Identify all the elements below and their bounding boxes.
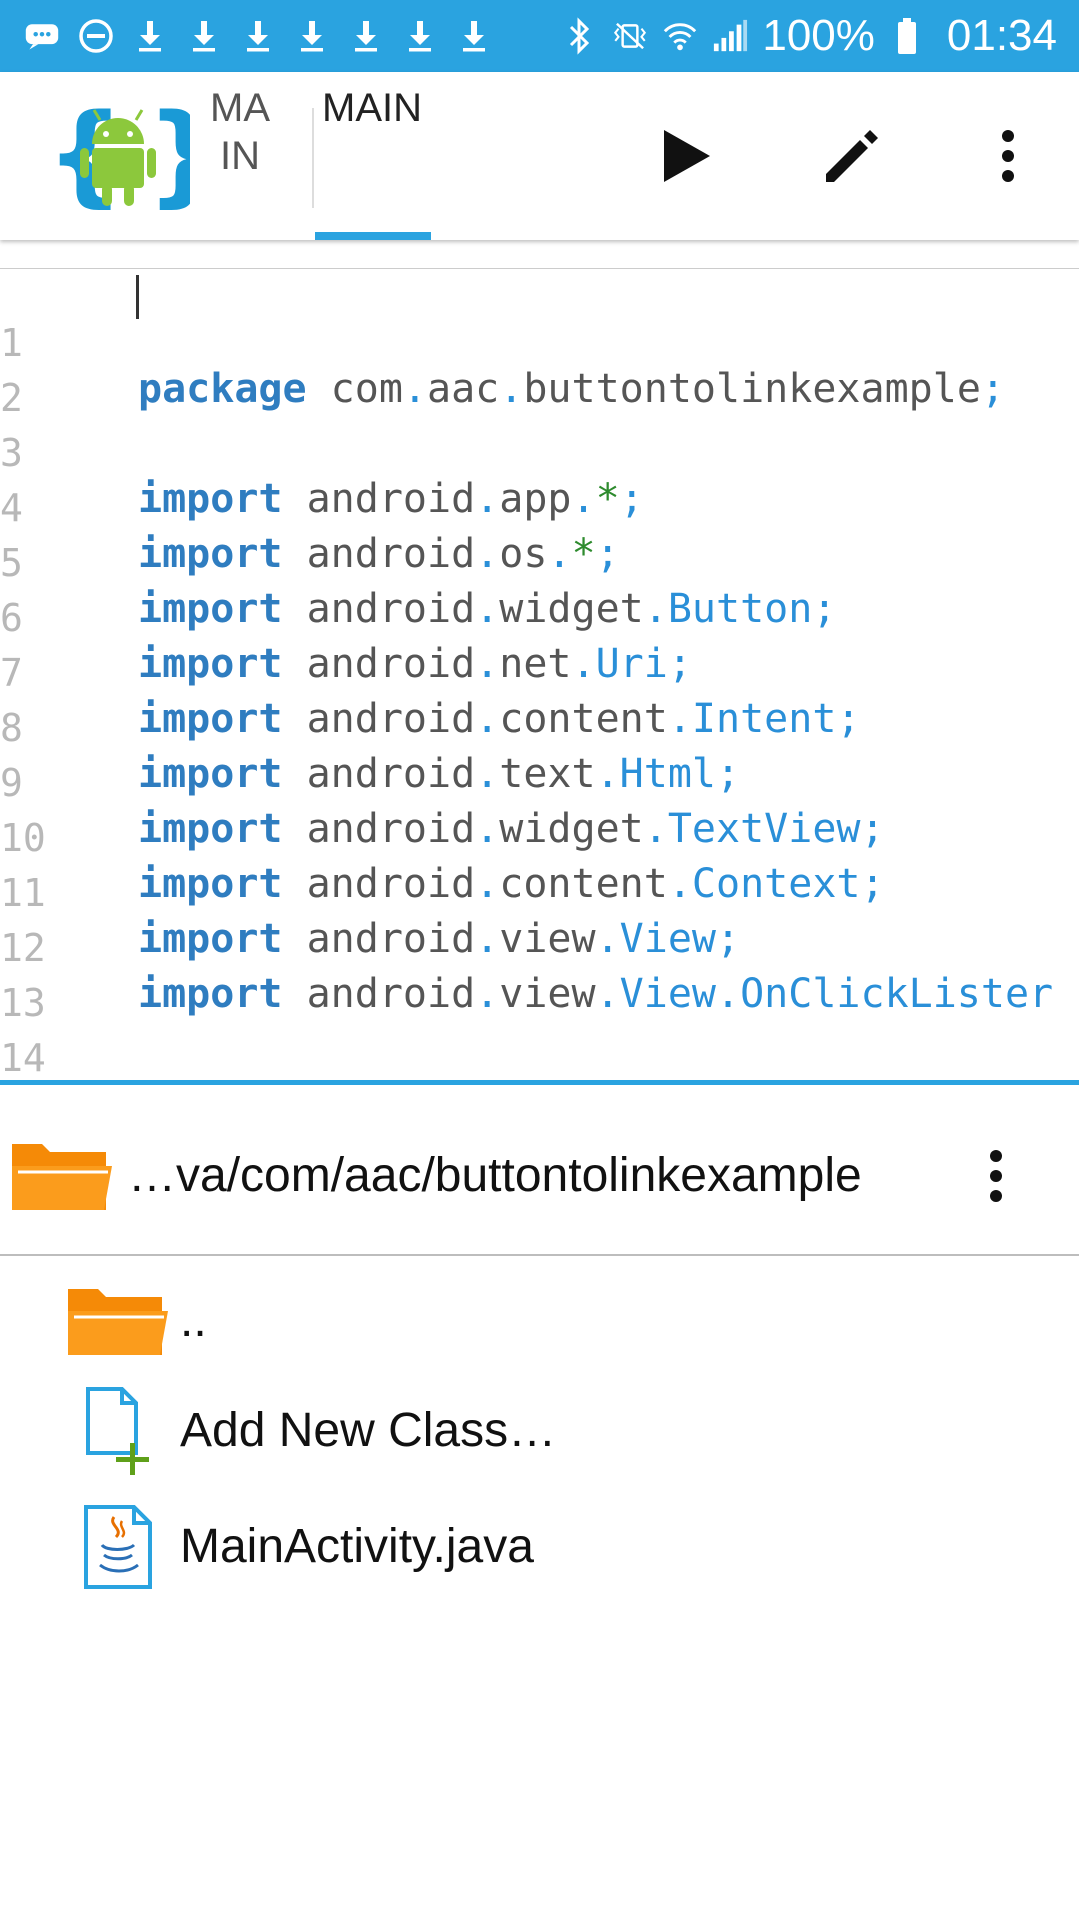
folder-icon <box>10 1136 114 1216</box>
wifi-icon <box>662 18 698 54</box>
code-line[interactable]: 7 import android.content.Intent; <box>0 599 1079 742</box>
code-line[interactable]: 10 import android.content.Context; <box>0 764 1079 907</box>
code-line[interactable]: 12 import android.view.View.OnClickListe… <box>0 874 1079 1017</box>
text-cursor <box>136 275 139 319</box>
overflow-menu-button[interactable] <box>968 116 1048 196</box>
clock: 01:34 <box>946 11 1057 60</box>
java-file-icon <box>66 1492 170 1602</box>
active-tab-indicator <box>315 232 431 240</box>
list-item-main-activity-java[interactable]: MainActivity.java <box>0 1492 1079 1602</box>
do-not-disturb-icon <box>78 18 114 54</box>
code-line[interactable]: 14 <box>0 984 1079 1080</box>
run-button[interactable] <box>646 116 726 196</box>
folder-icon <box>66 1266 170 1376</box>
notification-icons <box>24 0 492 72</box>
code-line[interactable]: 3 import android.app.*; <box>0 379 1079 522</box>
more-vert-icon <box>1002 130 1014 182</box>
code-line[interactable]: 4 import android.os.*; <box>0 434 1079 577</box>
code-line[interactable]: 8 import android.text.Html; <box>0 654 1079 797</box>
code-line[interactable]: 6 import android.net.Uri; <box>0 544 1079 687</box>
code-line[interactable]: 15 <box>0 1039 1079 1081</box>
list-item-parent-folder[interactable]: .. <box>0 1266 1079 1376</box>
add-file-icon <box>66 1376 170 1486</box>
download-icon <box>240 18 276 54</box>
list-item-label: .. <box>180 1294 207 1347</box>
system-icons: 100% 01:34 <box>562 0 1057 72</box>
code-line[interactable]: 2 <box>0 324 1079 420</box>
list-item-label: Add New Class… <box>180 1404 557 1457</box>
code-editor[interactable]: 1 package com.aac.buttontolinkexample; 2… <box>0 268 1079 1081</box>
code-line[interactable]: 11 import android.view.View; <box>0 819 1079 962</box>
current-path: …va/com/aac/buttontolinkexample <box>128 1149 862 1202</box>
edit-button[interactable] <box>812 116 892 196</box>
file-path-bar: …va/com/aac/buttontolinkexample <box>0 1108 1079 1254</box>
list-item-label: MainActivity.java <box>180 1520 534 1573</box>
toolbar: { } MAIN MAIN <box>0 72 1079 240</box>
more-vert-icon <box>990 1150 1002 1202</box>
code-line[interactable]: 5 import android.widget.Button; <box>0 489 1079 632</box>
battery-percent: 100% <box>762 11 875 60</box>
editor-splitter[interactable] <box>0 1080 1079 1085</box>
chat-icon <box>24 18 60 54</box>
signal-icon <box>712 18 748 54</box>
tab-file-2-active[interactable]: MAIN <box>314 84 430 228</box>
status-bar: 100% 01:34 <box>0 0 1079 72</box>
path-overflow-menu-button[interactable] <box>972 1136 1020 1216</box>
download-icon <box>294 18 330 54</box>
bluetooth-icon <box>562 17 598 55</box>
list-item-add-new-class[interactable]: Add New Class… <box>0 1376 1079 1486</box>
code-line[interactable]: 13 <box>0 929 1079 1025</box>
download-icon <box>456 18 492 54</box>
download-icon <box>402 18 438 54</box>
android-app-logo-icon[interactable]: { } <box>46 90 224 218</box>
play-icon <box>664 130 710 182</box>
tab-file-1[interactable]: MAIN <box>210 84 270 228</box>
download-icon <box>348 18 384 54</box>
pencil-icon <box>826 130 878 182</box>
download-icon <box>186 18 222 54</box>
download-icon <box>132 18 168 54</box>
divider <box>0 1254 1079 1256</box>
code-line[interactable]: 9 import android.widget.TextView; <box>0 709 1079 852</box>
vibrate-icon <box>612 18 648 54</box>
battery-icon <box>889 18 925 54</box>
code-line[interactable]: 1 package com.aac.buttontolinkexample; <box>0 269 1079 412</box>
